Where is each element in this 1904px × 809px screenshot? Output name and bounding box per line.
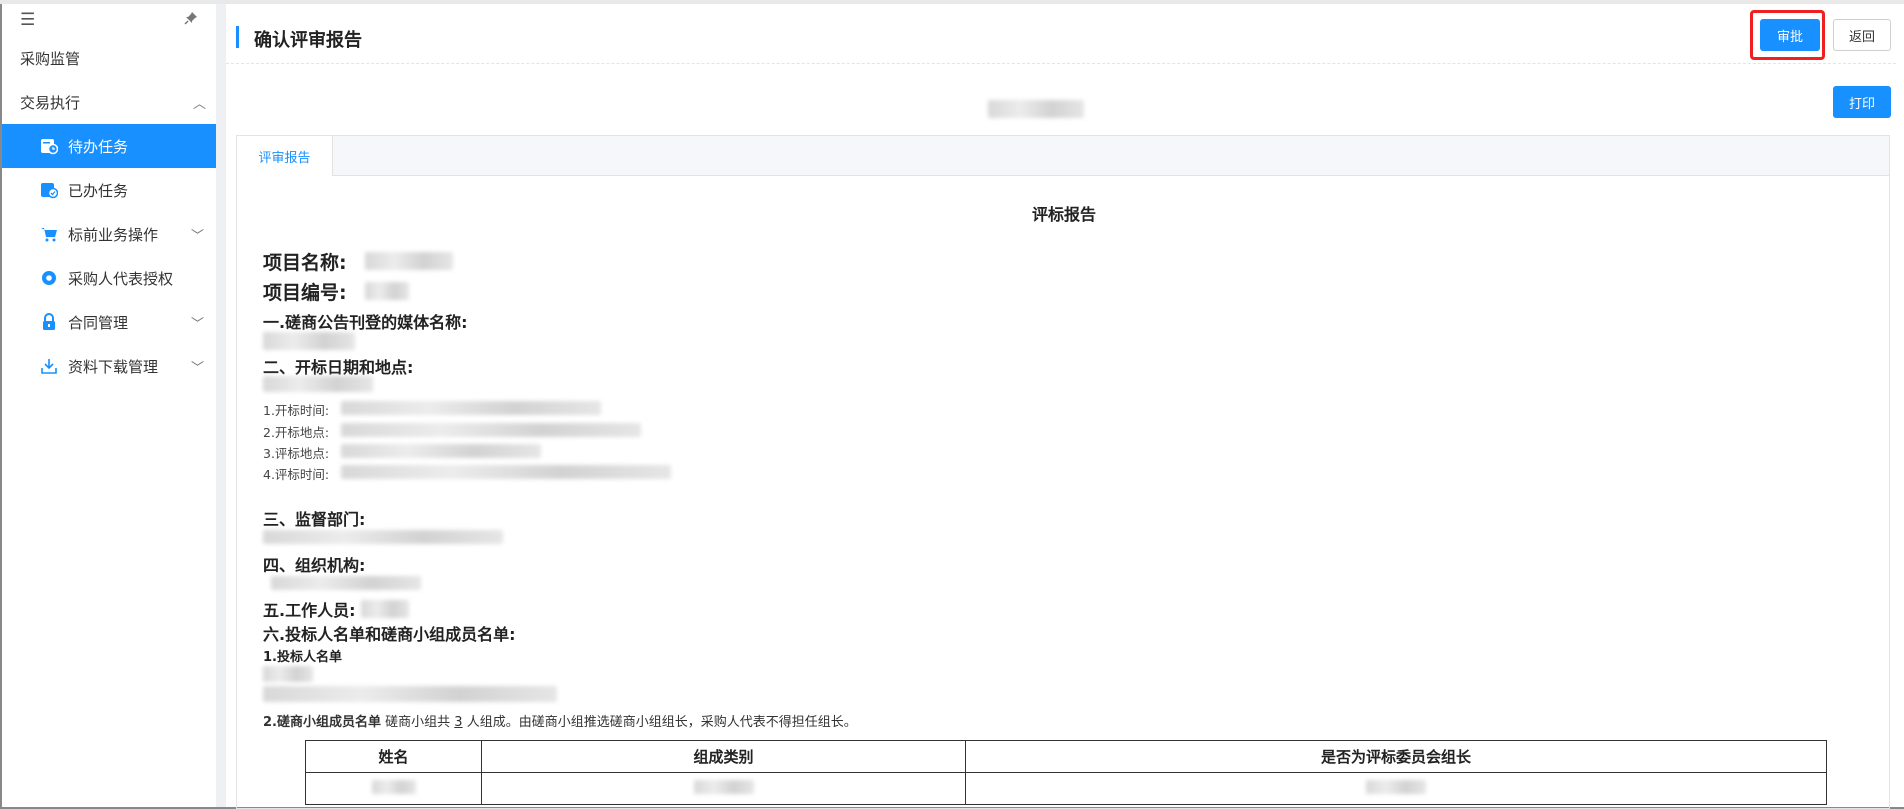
members-heading: 2.磋商小组成员名单 xyxy=(263,715,381,730)
section-media: 一.磋商公告刊登的媒体名称: xyxy=(263,313,468,332)
redacted-value xyxy=(263,376,373,392)
project-number-label: 项目编号: xyxy=(263,282,347,304)
redacted-value xyxy=(341,444,541,458)
detail-evaluation-time: 4.评标时间: xyxy=(263,467,330,482)
report-panel: 评审报告 评标报告 项目名称: 项目编号: 一.磋商公告刊登的媒体名称: 二、开… xyxy=(236,135,1890,809)
redacted-value xyxy=(693,779,754,794)
table-header-name: 姓名 xyxy=(305,740,482,773)
report-title: 评标报告 xyxy=(1031,205,1096,224)
table-header-category: 组成类别 xyxy=(481,740,966,773)
members-note: 2.磋商小组成员名单 磋商小组共 3 人组成。由磋商小组推选磋商小组组长，采购人… xyxy=(263,711,857,730)
cart-icon xyxy=(40,225,58,243)
redacted-value xyxy=(263,530,503,544)
redacted-value xyxy=(365,252,453,270)
gear-icon xyxy=(40,269,58,287)
chevron-up-icon: ︿ xyxy=(192,96,206,112)
sidebar-toolbar: ☰ xyxy=(2,4,216,36)
sidebar-item-label: 合同管理 xyxy=(68,313,129,332)
redacted-value xyxy=(365,282,409,300)
tab-review-report[interactable]: 评审报告 xyxy=(237,136,333,176)
sidebar-group-label: 交易执行 xyxy=(20,93,81,112)
members-note-prefix: 磋商小组共 xyxy=(385,715,451,730)
sidebar-group-procurement-supervision[interactable]: 采购监管 xyxy=(2,36,216,80)
download-icon xyxy=(40,357,58,375)
redacted-value xyxy=(341,401,601,415)
sidebar-item-label: 已办任务 xyxy=(68,181,129,200)
sidebar-item-label: 标前业务操作 xyxy=(68,225,159,244)
sidebar: ☰ 采购监管 交易执行 ︿ 待办任务 已办任务 标前业务操作 ﹀ 采购人代表授权 xyxy=(2,4,216,807)
sidebar-item-pre-bid-operations[interactable]: 标前业务操作 ﹀ xyxy=(2,212,216,256)
detail-opening-time: 1.开标时间: xyxy=(263,403,330,418)
members-count: 3 xyxy=(454,715,463,730)
project-name-label: 项目名称: xyxy=(263,252,347,274)
redacted-value xyxy=(1366,779,1426,794)
bidders-heading: 1.投标人名单 xyxy=(263,650,342,665)
redacted-heading xyxy=(988,100,1084,118)
todo-task-icon xyxy=(40,137,58,155)
sidebar-item-download-management[interactable]: 资料下载管理 ﹀ xyxy=(2,344,216,388)
done-task-icon xyxy=(40,181,58,199)
sidebar-item-label: 待办任务 xyxy=(68,137,129,156)
sidebar-divider xyxy=(216,4,226,807)
redacted-value xyxy=(341,465,671,479)
section-supervision: 三、监督部门: xyxy=(263,510,366,529)
sidebar-item-todo-tasks[interactable]: 待办任务 xyxy=(2,124,216,168)
page-title: 确认评审报告 xyxy=(254,30,362,51)
detail-opening-place: 2.开标地点: xyxy=(263,425,330,440)
tab-bar: 评审报告 xyxy=(237,136,1889,176)
sidebar-item-label: 资料下载管理 xyxy=(68,357,159,376)
pin-icon[interactable] xyxy=(184,11,198,29)
print-button[interactable]: 打印 xyxy=(1833,86,1891,118)
sidebar-item-contract-management[interactable]: 合同管理 ﹀ xyxy=(2,300,216,344)
redacted-value xyxy=(263,332,355,350)
sidebar-item-label: 采购人代表授权 xyxy=(68,269,174,288)
redacted-value xyxy=(271,576,421,590)
table-header-is-leader: 是否为评标委员会组长 xyxy=(965,740,1827,773)
chevron-down-icon: ﹀ xyxy=(190,316,204,332)
redacted-value xyxy=(263,666,313,682)
redacted-value xyxy=(263,686,557,702)
table-row xyxy=(305,772,1827,805)
sidebar-item-done-tasks[interactable]: 已办任务 xyxy=(2,168,216,212)
members-note-suffix: 人组成。由磋商小组推选磋商小组组长，采购人代表不得担任组长。 xyxy=(466,715,857,730)
detail-evaluation-place: 3.评标地点: xyxy=(263,446,330,461)
redacted-value xyxy=(341,423,641,437)
section-opening: 二、开标日期和地点: xyxy=(263,358,414,377)
section-bidders-and-members: 六.投标人名单和磋商小组成员名单: xyxy=(263,625,516,644)
title-accent-bar xyxy=(236,26,239,48)
section-staff: 五.工作人员: xyxy=(263,601,356,620)
sidebar-group-transaction-execution[interactable]: 交易执行 ︿ xyxy=(2,80,216,124)
hamburger-icon[interactable]: ☰ xyxy=(20,10,35,30)
members-table: 姓名 组成类别 是否为评标委员会组长 xyxy=(305,740,1827,805)
redacted-value xyxy=(371,779,416,794)
section-organization: 四、组织机构: xyxy=(263,556,366,575)
page-header: 确认评审报告 xyxy=(226,4,1896,64)
chevron-down-icon: ﹀ xyxy=(190,360,204,376)
table-header-row: 姓名 组成类别 是否为评标委员会组长 xyxy=(305,740,1827,773)
lock-icon xyxy=(40,313,58,331)
redacted-value xyxy=(361,600,409,618)
approve-button[interactable]: 审批 xyxy=(1760,19,1820,51)
chevron-down-icon: ﹀ xyxy=(190,228,204,244)
sidebar-group-label: 采购监管 xyxy=(20,49,81,68)
back-button[interactable]: 返回 xyxy=(1833,19,1891,51)
sidebar-item-purchaser-rep-authorization[interactable]: 采购人代表授权 xyxy=(2,256,216,300)
